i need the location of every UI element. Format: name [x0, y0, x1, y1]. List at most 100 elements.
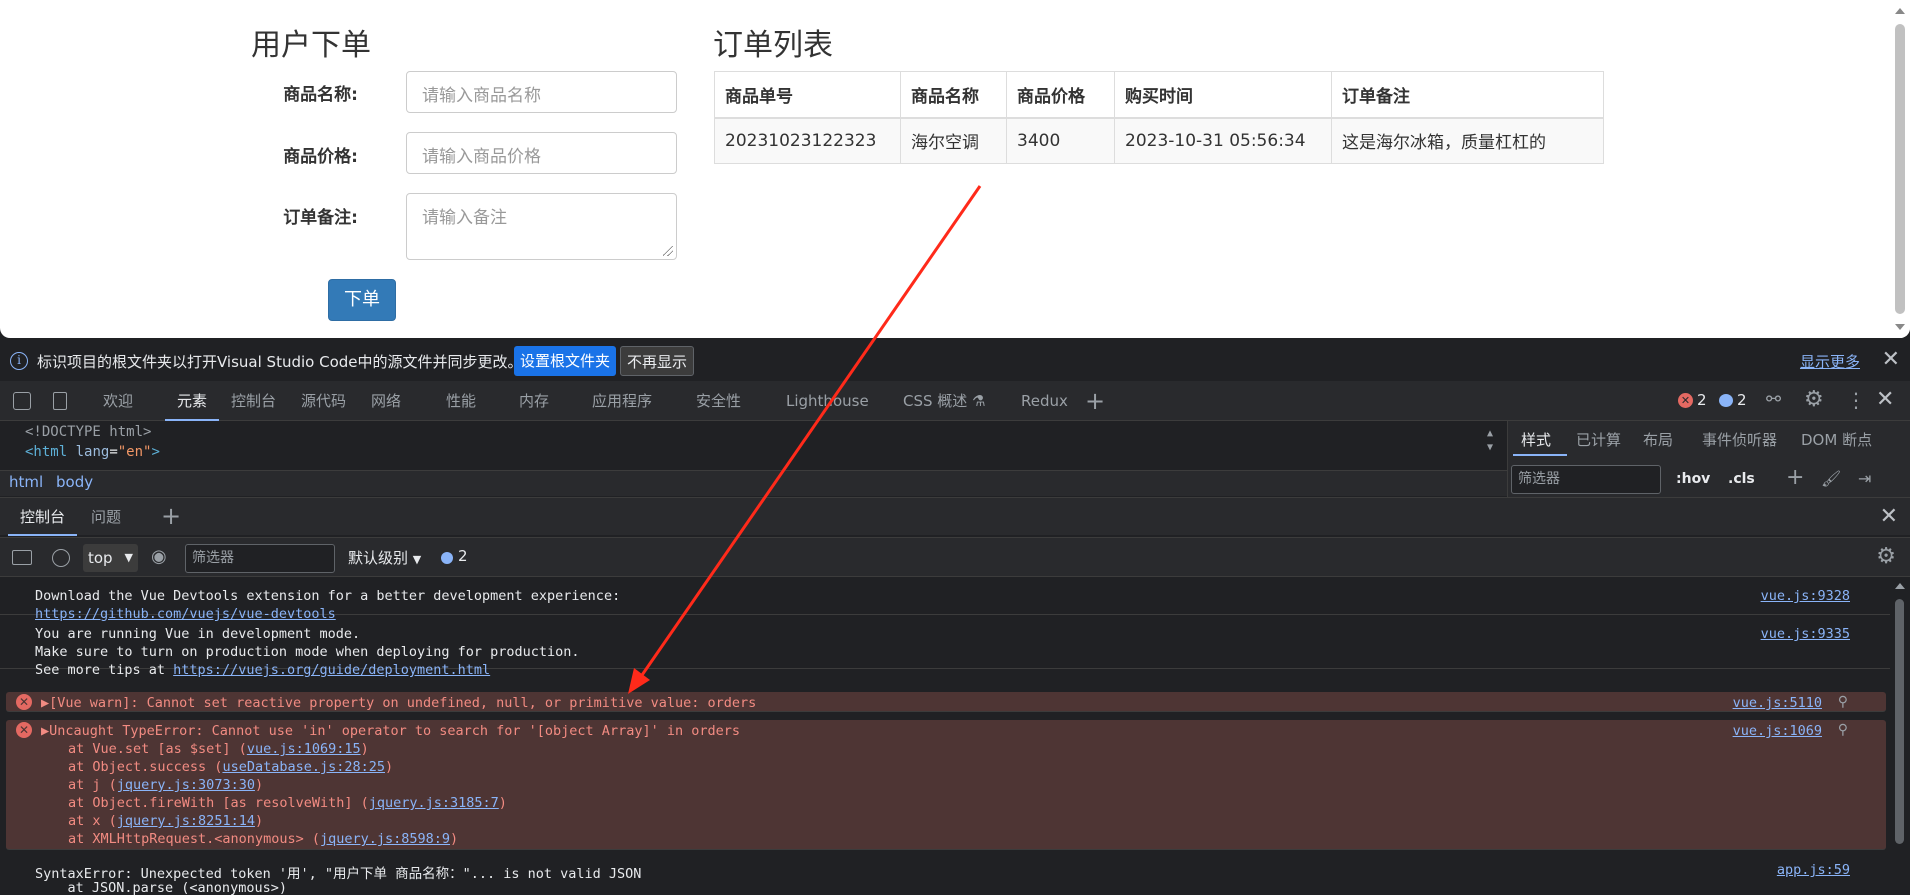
console-message: SyntaxError: Unexpected token '用', "用户下单… — [0, 857, 1890, 895]
source-link[interactable]: vue.js:9328 — [1761, 588, 1850, 604]
dom-html-value: "en" — [117, 444, 152, 460]
tab-console[interactable]: 控制台 — [231, 381, 276, 421]
console-error-message[interactable]: ✕ ▶Uncaught TypeError: Cannot use 'in' o… — [6, 720, 1886, 850]
tab-memory[interactable]: 内存 — [519, 381, 549, 421]
styles-tab-event-listeners[interactable]: 事件侦听器 — [1702, 429, 1777, 450]
submit-order-button[interactable]: 下单 — [328, 279, 396, 321]
tab-css-overview[interactable]: CSS 概述 ⚗ — [903, 381, 986, 421]
close-icon[interactable]: ✕ — [1882, 349, 1900, 371]
drawer-tab-console[interactable]: 控制台 — [8, 498, 78, 536]
stack-frame-link[interactable]: jquery.js:8251:14 — [117, 813, 255, 829]
styles-tab-computed[interactable]: 已计算 — [1576, 429, 1621, 450]
console-settings-gear-icon[interactable]: ⚙ — [1876, 544, 1896, 569]
message-count[interactable]: 2 — [1737, 391, 1747, 409]
clear-console-icon[interactable] — [52, 549, 70, 567]
message-bubble-icon[interactable] — [441, 552, 453, 564]
paint-brush-icon[interactable]: 🖌 — [1821, 469, 1841, 488]
toggle-sidebar-icon[interactable]: ⇥ — [1858, 469, 1871, 488]
order-note-textarea[interactable]: 请输入备注 — [406, 193, 677, 260]
console-messages: Download the Vue Devtools extension for … — [0, 577, 1890, 895]
dom-scroll-arrows-icon[interactable]: ▲ ▼ — [1487, 427, 1493, 455]
page-viewport: 用户下单 订单列表 商品名称: 请输入商品名称 商品价格: 请输入商品价格 订单… — [0, 0, 1910, 338]
close-devtools-icon[interactable]: ✕ — [1876, 389, 1894, 411]
stack-frame-link[interactable]: useDatabase.js:28:25 — [222, 759, 385, 775]
log-level-dropdown[interactable]: 默认级别 ▼ — [348, 547, 421, 568]
context-select[interactable]: top ▼ — [83, 544, 138, 572]
settings-gear-icon[interactable]: ⚙ — [1804, 387, 1824, 412]
stack-frame-link[interactable]: jquery.js:8598:9 — [320, 831, 450, 847]
tab-elements[interactable]: 元素 — [165, 381, 220, 421]
console-scrollbar[interactable] — [1890, 577, 1910, 895]
product-price-input[interactable]: 请输入商品价格 — [406, 132, 677, 174]
styles-tab-dom-breakpoints[interactable]: DOM 断点 — [1801, 429, 1872, 450]
source-link[interactable]: app.js:59 — [1777, 862, 1850, 878]
stack-frame-link[interactable]: jquery.js:3185:7 — [369, 795, 499, 811]
tab-performance[interactable]: 性能 — [446, 381, 476, 421]
close-drawer-icon[interactable]: ✕ — [1880, 506, 1898, 528]
product-name-input[interactable]: 请输入商品名称 — [406, 71, 677, 113]
cls-toggle[interactable]: .cls — [1728, 471, 1755, 487]
cell-order-id: 20231023122323 — [714, 117, 901, 164]
error-count-icon[interactable]: ✕ — [1678, 393, 1693, 408]
feedback-icon[interactable]: ⚯ — [1766, 389, 1781, 410]
set-root-folder-button[interactable]: 设置根文件夹 — [514, 346, 617, 376]
source-link[interactable]: vue.js:5110 — [1733, 695, 1822, 711]
scroll-up-icon[interactable] — [1895, 8, 1905, 14]
stack-frame-text: at j ( — [68, 777, 117, 793]
stack-frame-close: ) — [450, 831, 459, 847]
console-scroll-thumb[interactable] — [1895, 599, 1904, 844]
show-sidebar-icon[interactable] — [12, 550, 32, 565]
dom-attr-equals: = — [109, 444, 118, 460]
stack-frame-link[interactable]: jquery.js:3073:30 — [117, 777, 255, 793]
scroll-down-icon[interactable] — [1895, 324, 1905, 330]
stack-frame-close: ) — [385, 759, 394, 775]
drawer-tab-issues[interactable]: 问题 — [91, 498, 121, 536]
console-scroll-up-icon[interactable] — [1895, 583, 1905, 589]
product-price-label: 商品价格: — [283, 147, 358, 167]
new-style-rule-icon[interactable]: + — [1786, 465, 1804, 490]
resize-grip-icon[interactable] — [663, 246, 673, 256]
search-icon[interactable]: ⚲ — [1838, 722, 1848, 738]
stack-frame-link[interactable]: vue.js:1069:15 — [247, 741, 361, 757]
live-expression-eye-icon[interactable]: ◉ — [151, 546, 167, 567]
dom-doctype[interactable]: <!DOCTYPE html> — [25, 424, 151, 440]
order-form-title: 用户下单 — [251, 28, 371, 63]
tab-network[interactable]: 网络 — [371, 381, 401, 421]
styles-tab-layout[interactable]: 布局 — [1643, 429, 1673, 450]
console-message-link[interactable]: https://vuejs.org/guide/deployment.html — [173, 662, 490, 678]
console-message: You are running Vue in development mode.… — [0, 615, 1890, 678]
breadcrumb-body[interactable]: body — [56, 473, 93, 491]
cell-price: 3400 — [1006, 117, 1115, 164]
tab-lighthouse[interactable]: Lighthouse — [786, 381, 869, 421]
tab-sources[interactable]: 源代码 — [301, 381, 346, 421]
dont-show-again-button[interactable]: 不再显示 — [620, 346, 695, 376]
console-error-message[interactable]: ✕ ▶[Vue warn]: Cannot set reactive prope… — [6, 692, 1886, 712]
more-options-icon[interactable]: ⋮ — [1846, 388, 1866, 412]
styles-filter-input[interactable]: 筛选器 — [1511, 465, 1661, 494]
cell-note: 这是海尔冰箱，质量杠杠的 — [1331, 117, 1604, 164]
hov-toggle[interactable]: :hov — [1676, 471, 1710, 487]
console-filter-input[interactable]: 筛选器 — [185, 544, 335, 573]
show-more-link[interactable]: 显示更多 — [1800, 351, 1860, 372]
inspect-element-icon[interactable] — [13, 392, 31, 410]
message-count-icon[interactable] — [1719, 394, 1733, 407]
tab-redux[interactable]: Redux — [1021, 381, 1068, 421]
page-scrollbar[interactable] — [1890, 0, 1910, 338]
cell-product-name: 海尔空调 — [900, 117, 1007, 164]
page-scroll-thumb[interactable] — [1895, 24, 1905, 314]
breadcrumb-html[interactable]: html — [9, 473, 43, 491]
device-toolbar-icon[interactable] — [53, 392, 67, 410]
dom-html-node[interactable]: <html lang="en"> — [25, 444, 160, 460]
tab-welcome[interactable]: 欢迎 — [103, 381, 133, 421]
tab-security[interactable]: 安全性 — [696, 381, 741, 421]
source-link[interactable]: vue.js:1069 — [1733, 723, 1822, 739]
error-count[interactable]: 2 — [1697, 391, 1707, 409]
issues-count[interactable]: 2 — [458, 547, 468, 565]
devtools-info-bar: i 标识项目的根文件夹以打开Visual Studio Code中的源文件并同步… — [0, 343, 1910, 379]
styles-tab-styles[interactable]: 样式 — [1521, 429, 1551, 450]
add-drawer-tab-icon[interactable]: + — [161, 502, 181, 530]
source-link[interactable]: vue.js:9335 — [1761, 626, 1850, 642]
tab-application[interactable]: 应用程序 — [592, 381, 652, 421]
add-tab-icon[interactable]: + — [1085, 381, 1105, 421]
search-icon[interactable]: ⚲ — [1838, 694, 1848, 710]
